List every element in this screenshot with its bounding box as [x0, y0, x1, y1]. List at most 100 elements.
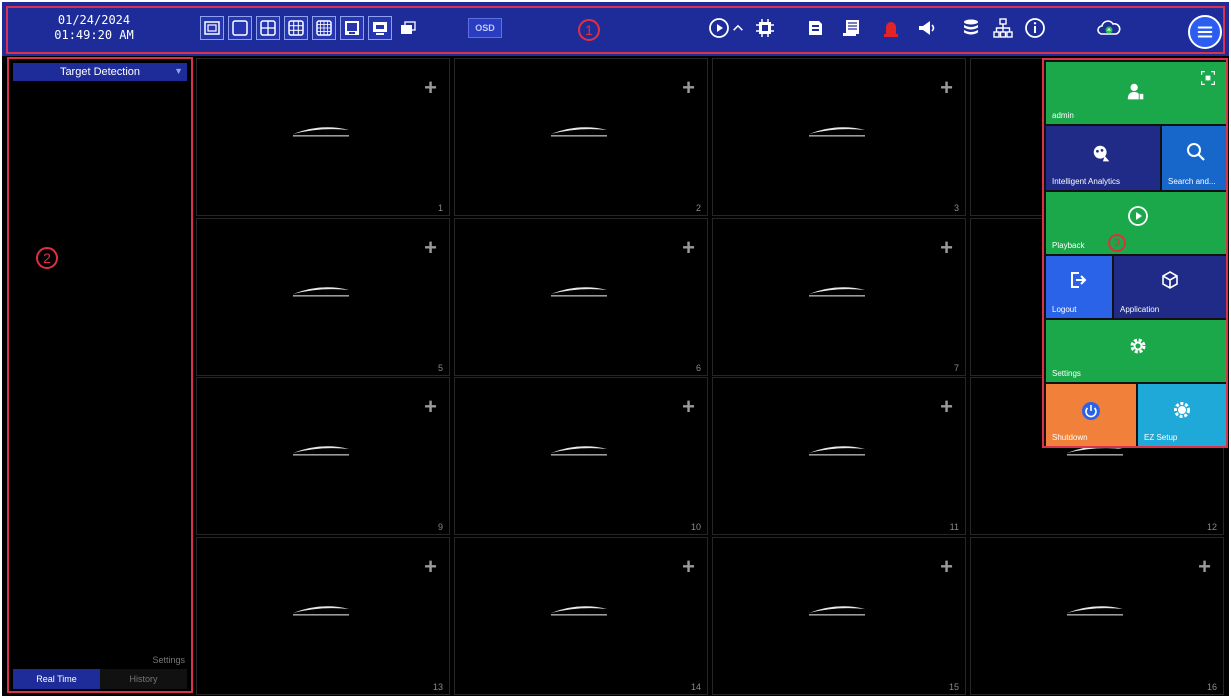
- channel-number: 6: [695, 362, 701, 373]
- search-tile[interactable]: Search and...: [1162, 126, 1226, 190]
- camera-channel-cell[interactable]: +2: [454, 58, 708, 216]
- user-tile[interactable]: admin: [1046, 62, 1226, 124]
- camera-channel-cell[interactable]: +1: [196, 58, 450, 216]
- tile-label: EZ Setup: [1144, 433, 1178, 442]
- panel-settings-link[interactable]: Settings: [152, 655, 185, 665]
- logout-tile[interactable]: Logout: [1046, 256, 1112, 318]
- audio-button[interactable]: [914, 15, 940, 41]
- add-camera-button[interactable]: +: [424, 77, 437, 99]
- panel-title: Target Detection: [59, 66, 141, 78]
- speco-logo: [809, 286, 865, 297]
- add-camera-button[interactable]: +: [940, 555, 953, 578]
- chevron-down-icon[interactable]: ▼: [174, 66, 183, 76]
- camera-channel-cell[interactable]: +7: [712, 217, 966, 376]
- add-camera-button[interactable]: +: [940, 396, 953, 418]
- alarm-button[interactable]: [878, 15, 904, 41]
- ai-button[interactable]: [752, 15, 778, 41]
- speco-logo: [293, 127, 349, 137]
- window-icon: [401, 21, 416, 34]
- tab-history[interactable]: History: [100, 669, 187, 689]
- network-button[interactable]: [990, 15, 1016, 41]
- cube-icon: [1158, 268, 1182, 292]
- current-date: 01/24/2024: [57, 13, 131, 27]
- camera-channel-cell[interactable]: +3: [712, 58, 966, 216]
- playback-tile[interactable]: 3 Playback: [1046, 192, 1226, 254]
- application-tile[interactable]: Application: [1114, 256, 1226, 318]
- add-camera-button[interactable]: +: [682, 555, 695, 578]
- gear-icon: [1126, 334, 1150, 358]
- speco-logo: [809, 605, 865, 616]
- camera-channel-cell[interactable]: +13: [196, 536, 450, 695]
- add-camera-button[interactable]: +: [940, 236, 953, 259]
- camera-channel-cell[interactable]: +11: [712, 377, 966, 535]
- cloud-icon: [1097, 20, 1121, 35]
- camera-channel-cell[interactable]: +6: [454, 217, 708, 376]
- custom-split-button[interactable]: [340, 16, 364, 40]
- single-view-button[interactable]: [200, 16, 224, 40]
- osd-button[interactable]: OSD: [468, 18, 502, 38]
- cloud-upgrade-button[interactable]: [1094, 15, 1124, 41]
- add-camera-button[interactable]: +: [682, 77, 695, 99]
- sixteen-split-button[interactable]: [312, 16, 336, 40]
- chevron-up-icon: [733, 24, 743, 31]
- speco-logo: [551, 605, 607, 616]
- tile-label: Intelligent Analytics: [1052, 177, 1121, 186]
- channel-number: 13: [432, 681, 443, 692]
- camera-channel-cell[interactable]: +5: [196, 217, 450, 376]
- disk-icon: [809, 21, 822, 35]
- camera-channel-cell[interactable]: +9: [196, 377, 450, 535]
- add-camera-button[interactable]: +: [424, 555, 437, 578]
- camera-channel-cell[interactable]: +16: [970, 536, 1224, 695]
- display-button[interactable]: [368, 16, 392, 40]
- power-icon: [1078, 398, 1104, 424]
- logout-icon: [1066, 268, 1090, 292]
- tile-label: Settings: [1052, 369, 1081, 378]
- sequence-button[interactable]: [396, 16, 420, 40]
- speco-logo: [809, 446, 865, 456]
- info-button[interactable]: [1022, 15, 1048, 41]
- nine-split-button[interactable]: [284, 16, 308, 40]
- add-camera-button[interactable]: +: [682, 236, 695, 259]
- settings-tile[interactable]: Settings: [1046, 320, 1226, 382]
- speco-logo: [293, 286, 349, 297]
- shutdown-tile[interactable]: Shutdown: [1046, 384, 1136, 446]
- speco-logo: [1067, 605, 1123, 616]
- add-camera-button[interactable]: +: [424, 236, 437, 259]
- intelligent-analytics-tile[interactable]: Intelligent Analytics: [1046, 126, 1160, 190]
- callout-number: 1: [578, 19, 600, 41]
- ez-setup-tile[interactable]: EZ Setup: [1138, 384, 1226, 446]
- ez-gear-icon: [1170, 398, 1194, 422]
- search-icon: [1184, 140, 1208, 164]
- speaker-icon: [919, 21, 935, 35]
- camera-channel-cell[interactable]: +14: [454, 536, 708, 695]
- add-camera-button[interactable]: +: [424, 396, 437, 418]
- channel-number: 14: [690, 681, 701, 692]
- log-button[interactable]: [838, 15, 864, 41]
- channel-number: 16: [1206, 681, 1217, 692]
- channel-number: 12: [1206, 522, 1217, 532]
- tab-real-time[interactable]: Real Time: [13, 669, 100, 689]
- disk-button[interactable]: [802, 15, 828, 41]
- camera-channel-cell[interactable]: +10: [454, 377, 708, 535]
- playback-button[interactable]: [706, 15, 732, 41]
- channel-number: 2: [695, 203, 701, 213]
- speco-logo: [551, 127, 607, 137]
- add-camera-button[interactable]: +: [682, 396, 695, 418]
- play-icon: [1126, 204, 1150, 228]
- database-icon: [964, 19, 978, 35]
- four-split-button[interactable]: [256, 16, 280, 40]
- storage-button[interactable]: [958, 15, 984, 41]
- top-toolbar: 01/24/2024 01:49:20 AM OSD 1: [2, 2, 1229, 56]
- user-name: admin: [1052, 111, 1074, 120]
- fullscreen-icon[interactable]: [1198, 68, 1218, 88]
- camera-channel-cell[interactable]: +15: [712, 536, 966, 695]
- main-menu-button[interactable]: [1188, 15, 1222, 49]
- one-split-button[interactable]: [228, 16, 252, 40]
- hamburger-icon: [1197, 26, 1213, 38]
- expand-toolbar-button[interactable]: [730, 15, 746, 41]
- single-view-icon: [204, 21, 220, 35]
- add-camera-button[interactable]: +: [940, 77, 953, 99]
- date-time: 01/24/2024 01:49:20 AM: [44, 13, 144, 43]
- panel-header[interactable]: Target Detection ▼: [13, 63, 187, 81]
- add-camera-button[interactable]: +: [1198, 555, 1211, 578]
